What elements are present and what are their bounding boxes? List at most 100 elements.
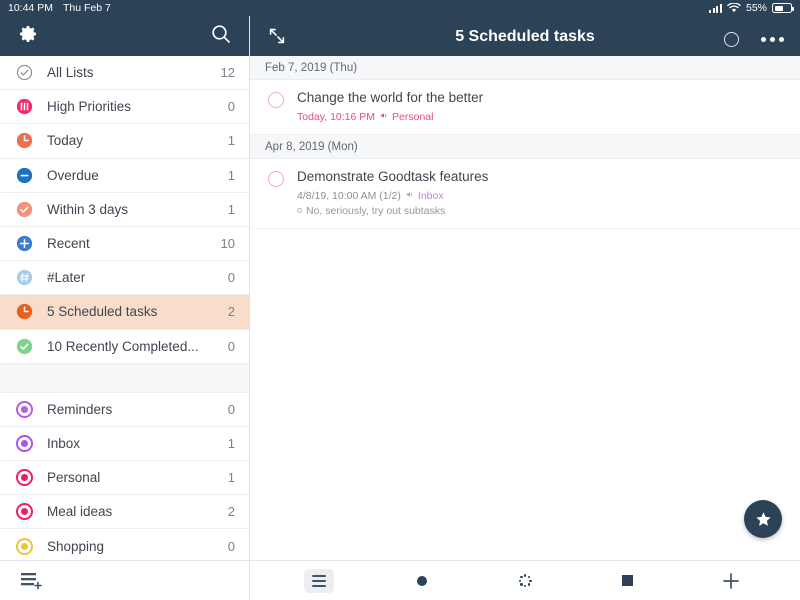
sidebar-item-count: 0 <box>228 270 235 285</box>
sidebar-item[interactable]: 10 Recently Completed...0 <box>0 330 249 364</box>
toolbar-filled-circle-button[interactable] <box>407 569 437 593</box>
toolbar-dotted-circle-button[interactable] <box>510 569 540 593</box>
sidebar-item-label: Recent <box>47 236 221 251</box>
toolbar-add-task-button[interactable] <box>716 569 746 593</box>
check-circle-icon <box>16 64 33 81</box>
sidebar-item-label: Today <box>47 133 228 148</box>
filled-square-icon <box>622 575 633 586</box>
task-due-date: Today, 10:16 PM <box>297 111 375 123</box>
task-checkbox[interactable] <box>268 171 284 187</box>
expand-arrows-icon[interactable] <box>266 25 288 47</box>
status-bar-right: 55% <box>709 2 800 14</box>
sidebar-item[interactable]: Inbox1 <box>0 427 249 461</box>
sidebar-item[interactable]: Shopping0 <box>0 529 249 560</box>
sidebar-item[interactable]: Meal ideas2 <box>0 495 249 529</box>
task-meta: Today, 10:16 PMPersonal <box>297 111 784 123</box>
sidebar-item-label: All Lists <box>47 65 221 80</box>
list-view-icon <box>311 574 327 588</box>
more-options-icon[interactable] <box>761 37 784 42</box>
smart-list-section: All Lists12High Priorities0Today1Overdue… <box>0 56 249 364</box>
sidebar-item-label: Meal ideas <box>47 504 228 519</box>
sidebar-item-label: 5 Scheduled tasks <box>47 304 228 319</box>
sidebar-item-count: 10 <box>221 236 235 251</box>
sidebar-item[interactable]: Today1 <box>0 124 249 158</box>
list-dot-icon <box>16 435 33 452</box>
main-header-actions <box>724 32 784 47</box>
status-bar-left: 10:44 PM Thu Feb 7 <box>0 2 111 14</box>
dotted-circle-icon <box>518 574 532 588</box>
sidebar-item-count: 1 <box>228 133 235 148</box>
sidebar-section-divider <box>0 364 249 393</box>
sidebar-item-label: Overdue <box>47 168 228 183</box>
subtask-circle-icon <box>297 208 302 213</box>
sidebar-item[interactable]: Within 3 days1 <box>0 193 249 227</box>
main-pane: 5 Scheduled tasks Feb 7, 2019 (Thu)Chang… <box>250 0 800 600</box>
main-title: 5 Scheduled tasks <box>250 28 800 46</box>
subtask-label: No, seriously, try out subtasks <box>306 205 445 217</box>
status-time: 10:44 PM <box>8 2 53 14</box>
task-body: Change the world for the betterToday, 10… <box>297 90 784 123</box>
sidebar-item-count: 0 <box>228 402 235 417</box>
sidebar-item-count: 1 <box>228 202 235 217</box>
battery-icon <box>772 3 792 13</box>
check-circle-icon <box>16 201 33 218</box>
sidebar: Lists All Lists12High Priorities0Today1O… <box>0 0 250 600</box>
bottom-toolbar <box>250 560 800 600</box>
task-alarm-wrap <box>405 190 414 202</box>
add-task-icon <box>722 572 740 590</box>
status-date: Thu Feb 7 <box>63 2 111 14</box>
task-due-date: 4/8/19, 10:00 AM (1/2) <box>297 190 401 202</box>
sidebar-item[interactable]: Personal1 <box>0 461 249 495</box>
sidebar-item[interactable]: 5 Scheduled tasks2 <box>0 295 249 329</box>
sidebar-item-count: 0 <box>228 339 235 354</box>
alarm-icon <box>405 190 414 199</box>
gear-icon[interactable] <box>16 22 40 46</box>
task-checkbox[interactable] <box>268 92 284 108</box>
sidebar-item[interactable]: All Lists12 <box>0 56 249 90</box>
add-list-icon[interactable] <box>20 571 44 591</box>
task-subtask: No, seriously, try out subtasks <box>297 205 784 217</box>
task-meta: 4/8/19, 10:00 AM (1/2) Inbox <box>297 190 784 202</box>
sidebar-item[interactable]: Reminders0 <box>0 393 249 427</box>
sidebar-footer <box>0 560 249 600</box>
sidebar-item-count: 1 <box>228 470 235 485</box>
sidebar-item[interactable]: High Priorities0 <box>0 90 249 124</box>
task-row[interactable]: Demonstrate Goodtask features4/8/19, 10:… <box>250 159 800 229</box>
sidebar-item[interactable]: #Later0 <box>0 261 249 295</box>
sidebar-item-count: 12 <box>221 65 235 80</box>
status-bar: 10:44 PM Thu Feb 7 55% <box>0 0 800 16</box>
task-row[interactable]: Change the world for the betterToday, 10… <box>250 80 800 135</box>
task-alarm-wrap <box>379 111 388 123</box>
sidebar-item-count: 0 <box>228 99 235 114</box>
user-list-section: Reminders0Inbox1Personal1Meal ideas2Shop… <box>0 393 249 560</box>
sidebar-item-count: 2 <box>228 504 235 519</box>
alarm-icon <box>379 111 388 120</box>
toolbar-list-view-button[interactable] <box>304 569 334 593</box>
plus-circle-icon <box>16 235 33 252</box>
sidebar-item-label: #Later <box>47 270 228 285</box>
list-dot-icon <box>16 503 33 520</box>
battery-percent: 55% <box>746 2 767 14</box>
clock-icon <box>16 303 33 320</box>
list-dot-icon <box>16 469 33 486</box>
sidebar-item-label: 10 Recently Completed... <box>47 339 228 354</box>
star-fab-button[interactable] <box>744 500 782 538</box>
sidebar-item[interactable]: Recent10 <box>0 227 249 261</box>
sidebar-item-label: Personal <box>47 470 228 485</box>
circle-icon[interactable] <box>724 32 739 47</box>
sidebar-item-count: 2 <box>228 304 235 319</box>
sidebar-item[interactable]: Overdue1 <box>0 159 249 193</box>
minus-circle-icon <box>16 167 33 184</box>
task-tag: Inbox <box>418 190 444 202</box>
star-icon <box>754 510 773 529</box>
sidebar-item-count: 1 <box>228 168 235 183</box>
wifi-icon <box>727 3 741 13</box>
toolbar-filled-square-button[interactable] <box>613 569 643 593</box>
sidebar-list[interactable]: All Lists12High Priorities0Today1Overdue… <box>0 56 249 560</box>
task-body: Demonstrate Goodtask features4/8/19, 10:… <box>297 169 784 217</box>
check-circle-icon <box>16 338 33 355</box>
search-icon[interactable] <box>209 22 233 46</box>
clock-icon <box>16 132 33 149</box>
list-dot-icon <box>16 401 33 418</box>
task-list[interactable]: Feb 7, 2019 (Thu)Change the world for th… <box>250 56 800 560</box>
